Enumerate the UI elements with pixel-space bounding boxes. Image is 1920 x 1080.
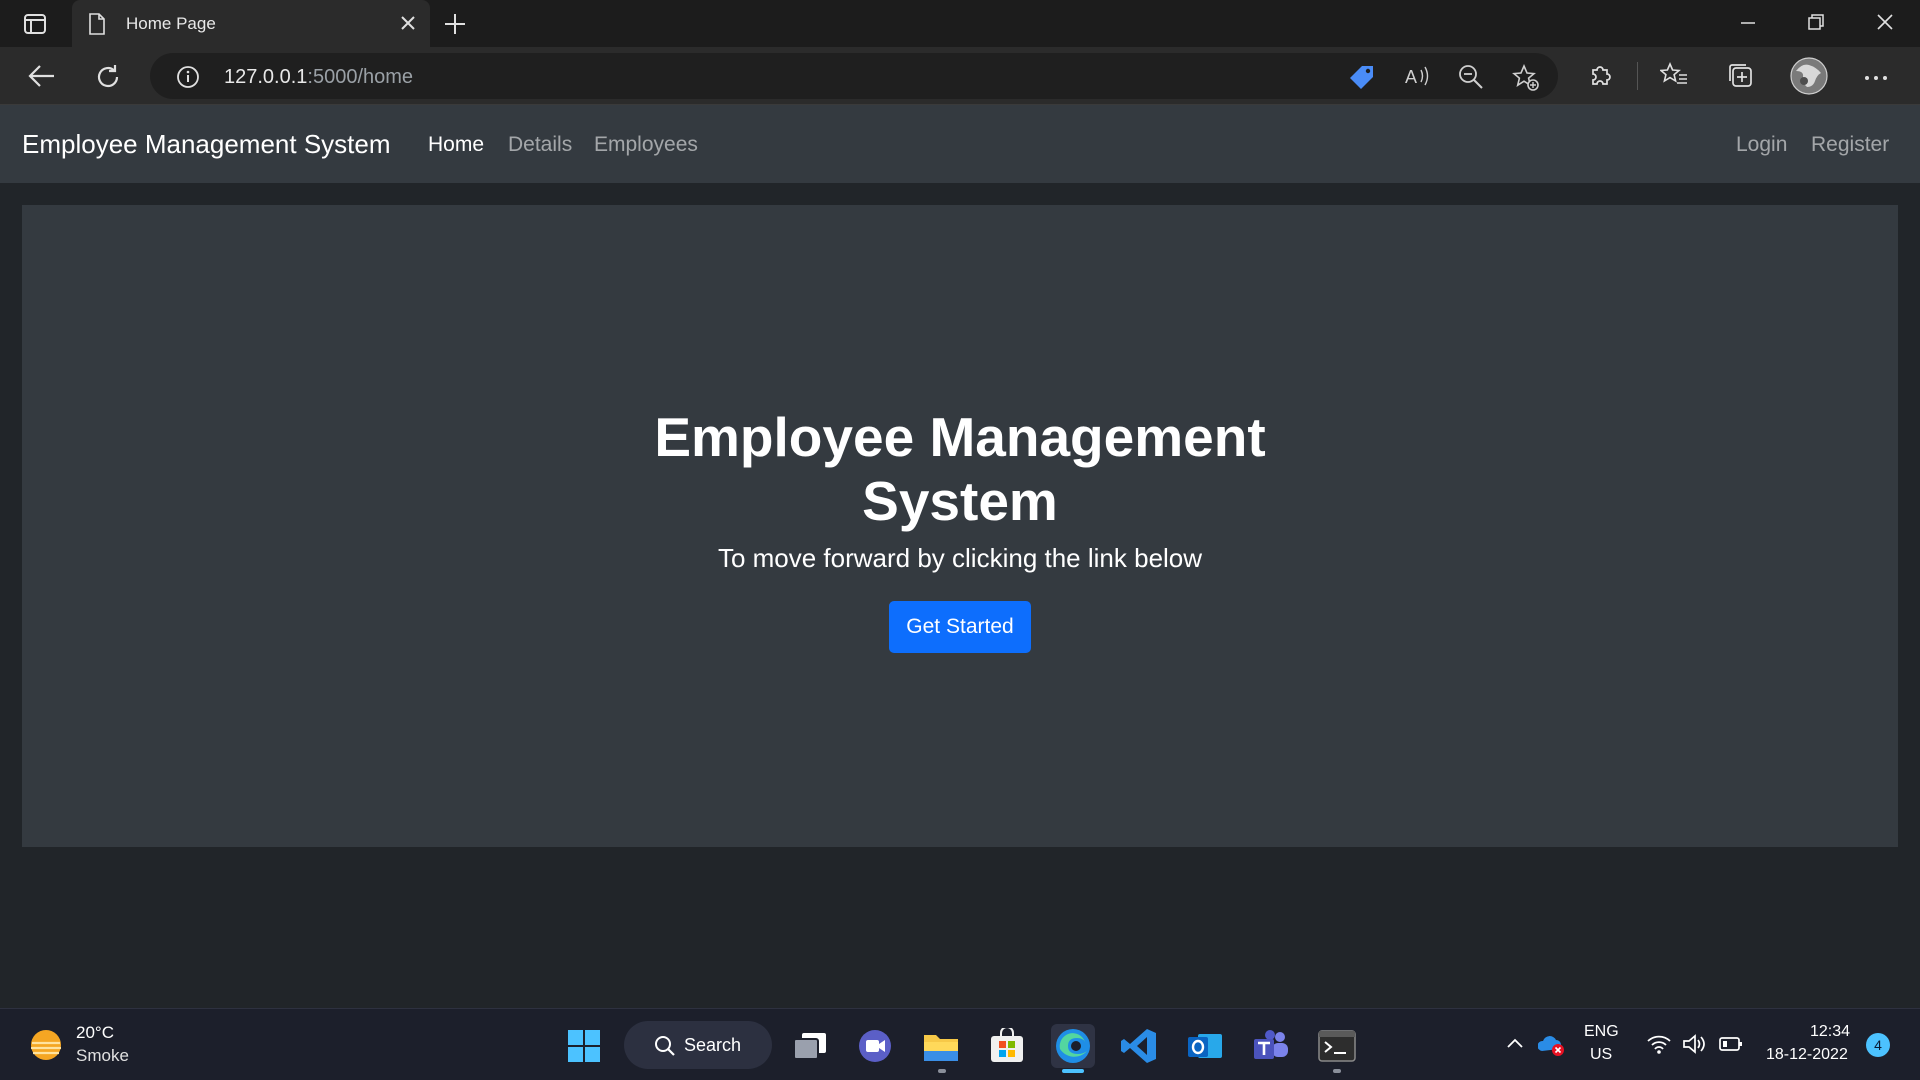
nav-link-employees[interactable]: Employees — [594, 133, 698, 157]
search-label: Search — [684, 1035, 742, 1055]
edge-icon[interactable] — [1051, 1024, 1095, 1068]
collections-icon[interactable] — [1727, 62, 1755, 95]
browser-tab[interactable]: Home Page — [72, 0, 430, 47]
chevron-up-icon[interactable] — [1505, 1033, 1525, 1058]
meet-icon[interactable] — [853, 1024, 897, 1068]
vscode-icon[interactable] — [1117, 1024, 1161, 1068]
more-options-icon[interactable] — [1864, 69, 1888, 87]
weather-description: Smoke — [76, 1046, 129, 1065]
add-favorite-icon[interactable] — [1512, 63, 1540, 97]
task-view-icon[interactable] — [788, 1024, 832, 1068]
windows-taskbar: 20°C Smoke Search ENG US 12:34 18-12-202… — [0, 1008, 1920, 1080]
file-explorer-icon[interactable] — [919, 1024, 963, 1068]
onedrive-error-icon[interactable] — [1537, 1033, 1566, 1062]
running-indicator — [1333, 1069, 1341, 1073]
document-icon — [88, 13, 106, 40]
nav-link-login[interactable]: Login — [1736, 133, 1787, 157]
close-tab-icon[interactable] — [398, 13, 418, 38]
notification-badge[interactable]: 4 — [1866, 1033, 1890, 1057]
hero-jumbotron: Employee Management System To move forwa… — [22, 205, 1898, 847]
hero-title: Employee Management System — [654, 406, 1266, 532]
active-indicator — [1062, 1069, 1084, 1073]
outlook-icon[interactable] — [1183, 1024, 1227, 1068]
weather-sun-haze-icon[interactable] — [26, 1025, 66, 1070]
clock-date[interactable]: 18-12-2022 — [1766, 1046, 1848, 1064]
input-language[interactable]: ENG — [1584, 1023, 1619, 1041]
store-icon[interactable] — [985, 1024, 1029, 1068]
clock-time[interactable]: 12:34 — [1810, 1023, 1850, 1041]
wifi-icon[interactable] — [1646, 1033, 1672, 1060]
favorites-icon[interactable] — [1659, 61, 1688, 93]
running-indicator — [938, 1069, 946, 1073]
search-icon — [654, 1035, 676, 1062]
window-close-icon[interactable] — [1875, 12, 1895, 37]
navbar-brand[interactable]: Employee Management System — [22, 129, 391, 160]
read-aloud-icon[interactable]: A — [1404, 64, 1432, 93]
battery-icon[interactable] — [1718, 1033, 1744, 1060]
zoom-out-icon[interactable] — [1458, 64, 1484, 95]
nav-link-home[interactable]: Home — [428, 133, 484, 157]
site-info-icon[interactable] — [176, 65, 200, 94]
site-navbar: Employee Management System Home Details … — [0, 105, 1920, 183]
input-region[interactable]: US — [1590, 1046, 1612, 1064]
hero-subtitle: To move forward by clicking the link bel… — [717, 543, 1203, 573]
get-started-button[interactable]: Get Started — [889, 601, 1031, 653]
extensions-icon[interactable] — [1588, 62, 1614, 93]
volume-icon[interactable] — [1682, 1033, 1708, 1060]
web-page: Employee Management System Home Details … — [0, 105, 1920, 1008]
nav-link-details[interactable]: Details — [508, 133, 572, 157]
toolbar-divider — [1637, 62, 1638, 90]
teams-icon[interactable] — [1249, 1024, 1293, 1068]
coupon-tag-icon[interactable] — [1348, 64, 1376, 95]
svg-text:A: A — [1405, 67, 1417, 87]
restore-icon[interactable] — [1806, 12, 1826, 37]
back-icon[interactable] — [28, 63, 56, 94]
address-bar-row: 127.0.0.1:5000/home A — [0, 47, 1920, 105]
terminal-icon[interactable] — [1315, 1024, 1359, 1068]
nav-link-register[interactable]: Register — [1811, 133, 1889, 157]
new-tab-icon[interactable] — [443, 12, 467, 41]
url-bar[interactable]: 127.0.0.1:5000/home A — [150, 53, 1558, 99]
weather-temperature: 20°C — [76, 1023, 114, 1042]
refresh-icon[interactable] — [94, 63, 122, 96]
profile-avatar[interactable] — [1790, 57, 1828, 100]
minimize-icon[interactable] — [1738, 12, 1758, 37]
start-icon[interactable] — [562, 1024, 606, 1068]
url-text: 127.0.0.1:5000/home — [224, 66, 414, 88]
tab-actions-icon[interactable] — [18, 10, 52, 38]
tab-title: Home Page — [126, 14, 216, 33]
taskbar-search[interactable]: Search — [624, 1021, 772, 1069]
browser-tab-bar: Home Page — [0, 0, 1920, 47]
